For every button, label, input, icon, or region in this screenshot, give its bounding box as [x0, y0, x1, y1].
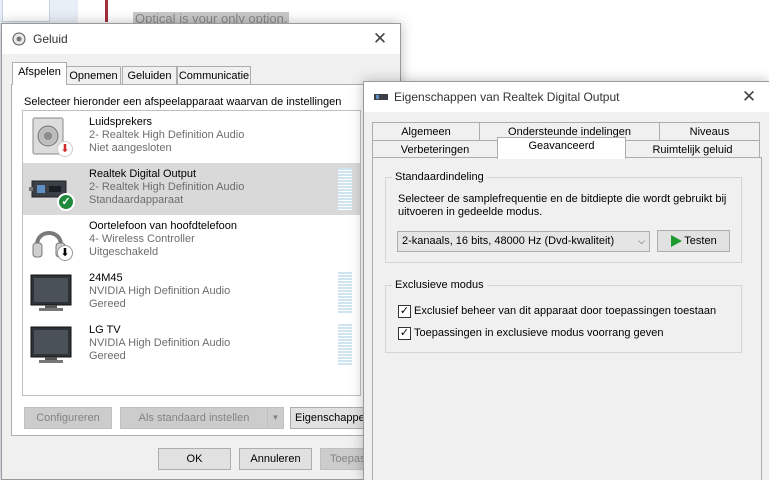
device-status: Gereed: [89, 298, 126, 310]
default-format-legend: Standaardindeling: [392, 171, 487, 183]
tab-ruimtelijk-geluid[interactable]: Ruimtelijk geluid: [625, 140, 760, 158]
volume-level-meter: [338, 272, 352, 314]
red-down-arrow-badge: ⬇: [57, 141, 73, 157]
list-item-oortelefoon[interactable]: ⬇ Oortelefoon van hoofdtelefoon 4- Wirel…: [23, 215, 360, 267]
exclusive-control-label: Exclusief beheer van dit apparaat door t…: [414, 305, 717, 317]
background-thumbnail: [2, 0, 50, 22]
device-name: Realtek Digital Output: [89, 168, 196, 180]
device-name: LG TV: [89, 324, 121, 336]
eigenschappen-title: Eigenschappen van Realtek Digital Output: [394, 90, 620, 104]
monitor-icon: [29, 323, 75, 367]
cancel-button[interactable]: Annuleren: [239, 448, 312, 470]
tab-verbeteringen[interactable]: Verbeteringen: [372, 140, 498, 158]
geluid-close-icon[interactable]: ✕: [360, 24, 400, 54]
geluid-title: Geluid: [33, 32, 68, 46]
exclusive-control-checkbox[interactable]: ✓: [398, 305, 411, 318]
tab-algemeen[interactable]: Algemeen: [372, 122, 480, 140]
tab-geluiden[interactable]: Geluiden: [122, 66, 177, 85]
tab-afspelen[interactable]: Afspelen: [12, 62, 67, 85]
device-driver: 2- Realtek High Definition Audio: [89, 181, 245, 193]
tab-opnemen[interactable]: Opnemen: [66, 66, 121, 85]
sound-app-icon: [12, 32, 26, 46]
list-item-realtek-digital-output[interactable]: ✓ Realtek Digital Output 2- Realtek High…: [23, 163, 360, 215]
device-status: Uitgeschakeld: [89, 246, 159, 258]
green-check-badge: ✓: [57, 193, 75, 211]
configure-button[interactable]: Configureren: [24, 407, 112, 429]
ok-button[interactable]: OK: [158, 448, 231, 470]
volume-level-meter: [338, 168, 352, 210]
eigenschappen-titlebar[interactable]: Eigenschappen van Realtek Digital Output…: [364, 82, 769, 112]
list-item-24m45[interactable]: 24M45 NVIDIA High Definition Audio Geree…: [23, 267, 360, 319]
tab-niveaus[interactable]: Niveaus: [659, 122, 760, 140]
device-driver: 4- Wireless Controller: [89, 233, 195, 245]
list-item-luidsprekers[interactable]: ⬇ Luidsprekers 2- Realtek High Definitio…: [23, 111, 360, 163]
test-button-label: Testen: [684, 235, 717, 247]
monitor-icon: [29, 271, 75, 315]
device-driver: NVIDIA High Definition Audio: [89, 337, 231, 349]
device-name: 24M45: [89, 272, 123, 284]
chevron-down-icon: ⌵: [638, 236, 645, 246]
sample-format-select[interactable]: 2-kanaals, 16 bits, 48000 Hz (Dvd-kwalit…: [397, 231, 650, 252]
device-status: Gereed: [89, 350, 126, 362]
exclusive-priority-checkbox[interactable]: ✓: [398, 327, 411, 340]
play-icon: [671, 235, 682, 247]
volume-level-meter: [338, 324, 352, 366]
test-button[interactable]: Testen: [657, 230, 730, 252]
tab-geavanceerd[interactable]: Geavanceerd: [497, 137, 626, 159]
device-driver: NVIDIA High Definition Audio: [89, 285, 231, 297]
exclusive-priority-label: Toepassingen in exclusieve modus voorran…: [414, 327, 664, 339]
device-status: Niet aangesloten: [89, 142, 172, 154]
apply-button[interactable]: Toepassen: [320, 448, 368, 470]
geluid-titlebar[interactable]: Geluid ✕: [2, 24, 400, 54]
digital-output-title-icon: [374, 90, 388, 104]
default-format-description: Selecteer de samplefrequentie en de bitd…: [398, 193, 727, 218]
playback-device-list[interactable]: ⬇ Luidsprekers 2- Realtek High Definitio…: [22, 110, 361, 396]
sample-format-value: 2-kanaals, 16 bits, 48000 Hz (Dvd-kwalit…: [402, 235, 615, 247]
device-name: Oortelefoon van hoofdtelefoon: [89, 220, 238, 232]
exclusive-mode-group: Exclusieve modus: [385, 279, 742, 353]
set-default-dropdown-icon[interactable]: ▼: [267, 407, 284, 429]
background-accent-bar: [105, 0, 108, 22]
set-default-button[interactable]: Als standaard instellen: [120, 407, 268, 429]
tab-communicatie[interactable]: Communicatie: [177, 66, 251, 85]
exclusive-mode-legend: Exclusieve modus: [392, 279, 487, 291]
device-status: Standaardapparaat: [89, 194, 184, 206]
list-item-lg-tv[interactable]: LG TV NVIDIA High Definition Audio Geree…: [23, 319, 360, 371]
device-driver: 2- Realtek High Definition Audio: [89, 129, 245, 141]
device-name: Luidsprekers: [89, 116, 152, 128]
black-down-arrow-badge: ⬇: [57, 245, 73, 261]
eigenschappen-close-icon[interactable]: ✕: [729, 82, 769, 112]
properties-button[interactable]: Eigenschappen: [290, 407, 370, 429]
